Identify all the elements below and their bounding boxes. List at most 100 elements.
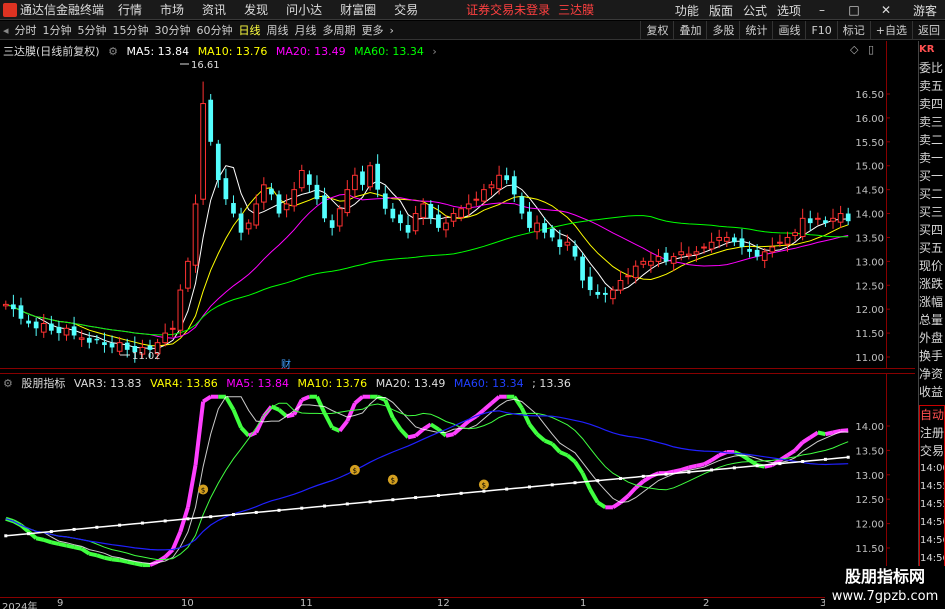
menu-shichang[interactable]: 市场: [160, 1, 184, 18]
menu-zixun[interactable]: 资讯: [202, 1, 226, 18]
candle-body: [336, 208, 343, 227]
candle-body: [208, 99, 214, 142]
minimize-icon[interactable]: –: [811, 3, 833, 17]
candle-body: [398, 214, 403, 224]
panel-buy5: 买五: [919, 241, 944, 255]
guest-label[interactable]: 游客: [913, 2, 937, 19]
candle-body: [473, 198, 480, 201]
menu-banmian[interactable]: 版面: [709, 2, 733, 19]
kline-chart[interactable]: 16.50 16.00 15.50 15.00 14.50 14.00 13.50 13.00…: [0, 41, 915, 369]
btn-zixuan[interactable]: +自选: [869, 21, 912, 40]
period-daily[interactable]: 日线: [236, 22, 264, 38]
baseline-dot: [368, 500, 372, 504]
btn-duogu[interactable]: 多股: [706, 21, 739, 40]
main-axis-label: 14.50: [855, 186, 884, 197]
menu-gongshi[interactable]: 公式: [743, 2, 767, 19]
btn-f10[interactable]: F10: [805, 21, 836, 40]
baseline-dot: [254, 510, 258, 514]
sub-axis-label: 13.50: [855, 446, 884, 457]
main-axis-label: 16.50: [855, 90, 884, 101]
baseline-dot: [823, 457, 827, 461]
menu-gongneng[interactable]: 功能: [675, 2, 699, 19]
period-30min[interactable]: 30分钟: [152, 22, 194, 38]
indicator-ribbon: [688, 463, 697, 470]
sub-legend-title[interactable]: 股朋指标: [21, 377, 65, 390]
panel-change-pct: 涨幅: [919, 295, 944, 309]
date-label-9: 9: [57, 598, 64, 609]
candle-body: [648, 260, 654, 266]
period-weekly[interactable]: 周线: [264, 22, 292, 38]
indicator-ribbon: [696, 462, 705, 468]
candle-body: [708, 241, 715, 250]
candle-body: [739, 238, 745, 248]
close-icon[interactable]: ✕: [875, 3, 897, 17]
money-bag-glyph: $: [391, 477, 395, 485]
candle-body: [511, 176, 517, 195]
settings-icon[interactable]: ⚙: [108, 45, 118, 58]
panel-register[interactable]: 注册: [920, 424, 944, 442]
baseline-dot: [527, 485, 531, 489]
menu-faxian[interactable]: 发现: [244, 1, 268, 18]
btn-huaxian[interactable]: 画线: [772, 21, 805, 40]
candle-body: [382, 193, 388, 209]
candle-body: [352, 174, 358, 191]
legend-ma60: MA60: 13.34: [354, 45, 424, 58]
legend-arrow-icon[interactable]: ›: [432, 45, 436, 58]
period-5min[interactable]: 5分钟: [75, 22, 110, 38]
menu-bar: 通达信金融终端 行情 市场 资讯 发现 问小达 财富圈 交易 证券交易未登录 三…: [0, 0, 945, 20]
candle-body: [557, 239, 563, 248]
candle-body: [102, 342, 107, 346]
panel-buy3: 买三: [919, 205, 944, 219]
menu-wenxiaoda[interactable]: 问小达: [286, 1, 322, 18]
baseline-dot: [846, 455, 850, 459]
candle-body: [792, 232, 798, 237]
login-warning[interactable]: 证券交易未登录: [466, 1, 550, 18]
baseline-dot: [505, 487, 509, 491]
more-chevron-icon[interactable]: ›: [387, 24, 397, 37]
btn-fanhui[interactable]: 返回: [912, 21, 945, 40]
menu-xuanxiang[interactable]: 选项: [777, 2, 801, 19]
period-1min[interactable]: 1分钟: [40, 22, 75, 38]
candle-body: [465, 203, 472, 210]
period-multi[interactable]: 多周期: [320, 22, 359, 38]
baseline-dot: [231, 513, 235, 517]
toolbar-arrow-icon[interactable]: ◂: [0, 24, 12, 37]
menu-jiaoyi[interactable]: 交易: [394, 1, 418, 18]
btn-tongji[interactable]: 统计: [739, 21, 772, 40]
period-fenshi[interactable]: 分时: [12, 22, 40, 38]
date-label-12: 12: [437, 598, 450, 609]
period-more[interactable]: 更多: [359, 22, 387, 38]
date-label-10: 10: [181, 598, 194, 609]
candle-body: [716, 236, 723, 241]
period-monthly[interactable]: 月线: [292, 22, 320, 38]
sub-legend: ⚙ 股朋指标 VAR3: 13.83 VAR4: 13.86 MA5: 13.8…: [3, 375, 576, 391]
btn-diejia[interactable]: 叠加: [673, 21, 706, 40]
maximize-icon[interactable]: □: [843, 3, 865, 17]
main-legend-title[interactable]: 三达膜(日线前复权): [3, 45, 100, 58]
menu-caifuquan[interactable]: 财富圈: [340, 1, 376, 18]
btn-biaoji[interactable]: 标记: [836, 21, 870, 40]
baseline-dot: [345, 502, 349, 506]
cai-marker[interactable]: 财: [281, 358, 291, 369]
panel-trade[interactable]: 交易: [920, 442, 944, 460]
panel-auto[interactable]: 自动: [920, 406, 944, 424]
period-60min[interactable]: 60分钟: [194, 22, 236, 38]
main-axis-label: 12.00: [855, 305, 884, 316]
candle-body: [580, 256, 585, 281]
main-legend: 三达膜(日线前复权) ⚙ MA5: 13.84 MA10: 13.76 MA20…: [3, 43, 442, 59]
date-label-1: 1: [580, 598, 587, 609]
candle-body: [322, 195, 327, 219]
candle-body: [595, 291, 601, 295]
menu-hangqing[interactable]: 行情: [118, 1, 142, 18]
candle-body: [436, 214, 441, 228]
indicator-ribbon: [66, 543, 75, 550]
period-15min[interactable]: 15分钟: [110, 22, 152, 38]
panel-turnover: 换手: [919, 349, 944, 363]
indicator-chart[interactable]: 14.00 13.50 13.00 12.50 12.00 11.50 $ $ $ $: [0, 373, 915, 595]
btn-fuquan[interactable]: 复权: [640, 21, 673, 40]
kr-label[interactable]: KR: [919, 41, 945, 59]
candle-body: [2, 303, 9, 307]
panel-change: 涨跌: [919, 277, 944, 291]
baseline-dot: [414, 496, 418, 500]
sub-settings-icon[interactable]: ⚙: [3, 377, 13, 390]
